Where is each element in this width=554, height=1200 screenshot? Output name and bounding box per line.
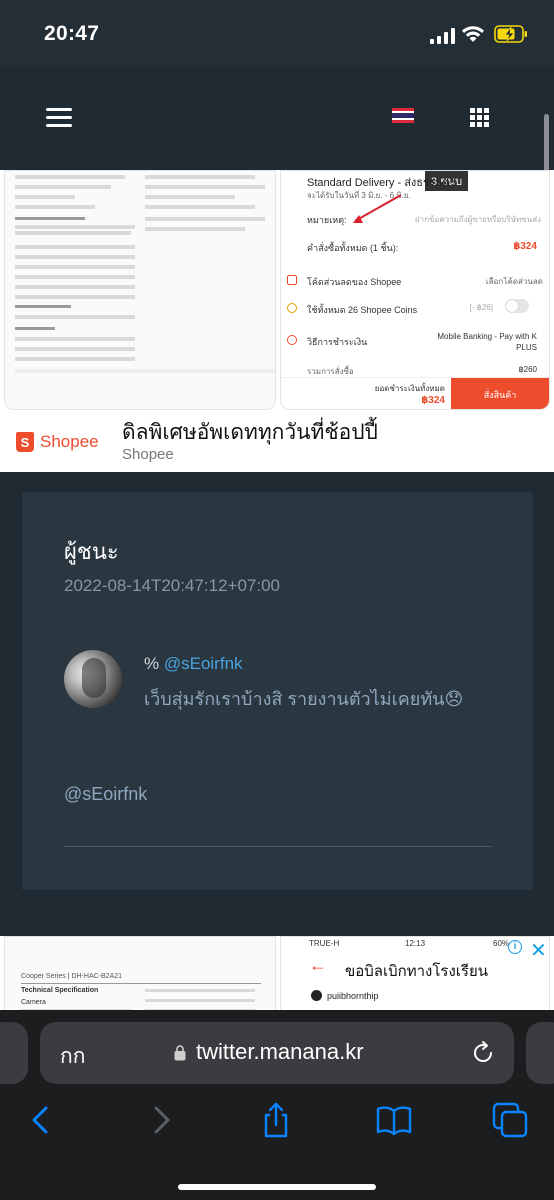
note-hint: ฝากข้อความถึงผู้ขายหรือบริษัทขนส่ง <box>414 215 541 224</box>
tweet-handle-link[interactable]: @sEoirfnk <box>164 654 243 673</box>
share-icon[interactable] <box>258 1102 294 1138</box>
lock-icon <box>174 1045 186 1061</box>
battery-charging-icon <box>494 25 527 43</box>
info-icon[interactable]: i <box>508 940 522 954</box>
bookmarks-icon[interactable] <box>376 1102 412 1138</box>
order-total-label: คำสั่งซื้อทั้งหมด (1 ชิ้น): <box>307 243 399 253</box>
ad-image-checkout: 3.ชนบ Standard Delivery - ส่งธรรมดา จะได… <box>280 170 550 410</box>
shopee-bag-icon: S <box>16 432 34 452</box>
delivery-subtitle: จะได้รับในวันที่ 3 มิ.ย. - 6 มิ.ย. <box>307 191 411 200</box>
payment-icon <box>287 335 297 345</box>
checkout-total-bar: ยอดชำระเงินทั้งหมด ฿324 สั่งสินค้า <box>281 377 549 409</box>
next-tab-preview[interactable] <box>526 1022 554 1084</box>
tweet-text: เว็บสุ่มรักเราบ้างสิ รายงานตัวไม่เคยทัน😞 <box>144 689 464 709</box>
ad2-account-name: puiibhornthip <box>327 991 379 1001</box>
post-heading: ผู้ชนะ <box>64 539 119 564</box>
voucher-action: เลือกโค้ดส่วนลด <box>485 277 543 286</box>
mention-text: @sEoirfnk <box>64 784 148 804</box>
coin-icon <box>287 303 297 313</box>
ad2-title: ขอบิลเบิกทางโรงเรียน <box>345 963 489 980</box>
safari-url-area: กก twitter.manana.kr <box>0 1010 554 1090</box>
reload-icon[interactable] <box>470 1040 496 1066</box>
address-bar[interactable]: กก twitter.manana.kr <box>40 1022 514 1084</box>
coins-value: [- ฿26] <box>469 303 493 312</box>
site-header <box>0 66 554 180</box>
total-label: ยอดชำระเงินทั้งหมด <box>374 384 445 393</box>
status-bar: 20:47 <box>0 0 554 66</box>
voucher-icon <box>287 275 297 285</box>
place-order-button: สั่งสินค้า <box>451 378 549 409</box>
avatar[interactable] <box>64 650 122 708</box>
payment-value: Mobile Banking - Pay with K PLUS <box>437 332 537 352</box>
ad2-carrier: TRUE-H <box>309 939 340 948</box>
ad2-spec-heading: Technical Specification <box>21 987 99 994</box>
ad-image-spec-sheet <box>4 170 276 410</box>
grid-apps-icon[interactable] <box>470 108 489 127</box>
ad2-camera-label: Camera <box>21 999 46 1006</box>
subtotal-value: ฿260 <box>518 365 537 374</box>
order-total-price: ฿324 <box>513 241 537 252</box>
ad2-account-icon <box>311 990 322 1001</box>
tweet-prefix: % <box>144 654 160 673</box>
status-time: 20:47 <box>44 22 100 45</box>
ad2-time: 12:13 <box>405 939 426 948</box>
back-icon[interactable] <box>24 1102 60 1138</box>
ad2-battery: 60% <box>493 939 510 948</box>
ad2-back-arrow-icon: ← <box>309 955 327 975</box>
url-text[interactable]: twitter.manana.kr <box>196 1039 364 1065</box>
total-price: ฿324 <box>421 395 445 406</box>
previous-tab-preview[interactable] <box>0 1022 28 1084</box>
close-icon[interactable]: ✕ <box>530 938 547 963</box>
coins-toggle <box>505 299 529 313</box>
tweet-header: % @sEoirfnk <box>144 654 243 674</box>
post-card: ผู้ชนะ 2022-08-14T20:47:12+07:00 % @sEoi… <box>22 492 533 890</box>
ad2-series-title: Cooper Series | DH-HAC-B2A21 <box>21 973 123 980</box>
home-indicator[interactable] <box>178 1184 376 1190</box>
hamburger-menu-icon[interactable] <box>46 108 72 128</box>
ad-title[interactable]: ดิลพิเศษอัพเดททุกวันที่ช้อปปี้ <box>122 416 378 449</box>
shopee-brand: Shopee <box>40 432 99 451</box>
reader-mode-button[interactable]: กก <box>60 1040 85 1073</box>
shopee-logo: S Shopee <box>16 432 99 452</box>
divider <box>64 846 492 847</box>
thailand-flag-icon[interactable] <box>392 108 414 124</box>
page: 20:47 3.ชนบ Standard Delivery - ส่งธรรมด… <box>0 0 554 1200</box>
forward-icon[interactable] <box>142 1102 178 1138</box>
cellular-signal-icon <box>430 28 455 44</box>
ad-source: Shopee <box>122 446 174 463</box>
post-timestamp: 2022-08-14T20:47:12+07:00 <box>64 576 280 595</box>
tabs-icon[interactable] <box>492 1102 528 1138</box>
wifi-icon <box>462 26 484 42</box>
